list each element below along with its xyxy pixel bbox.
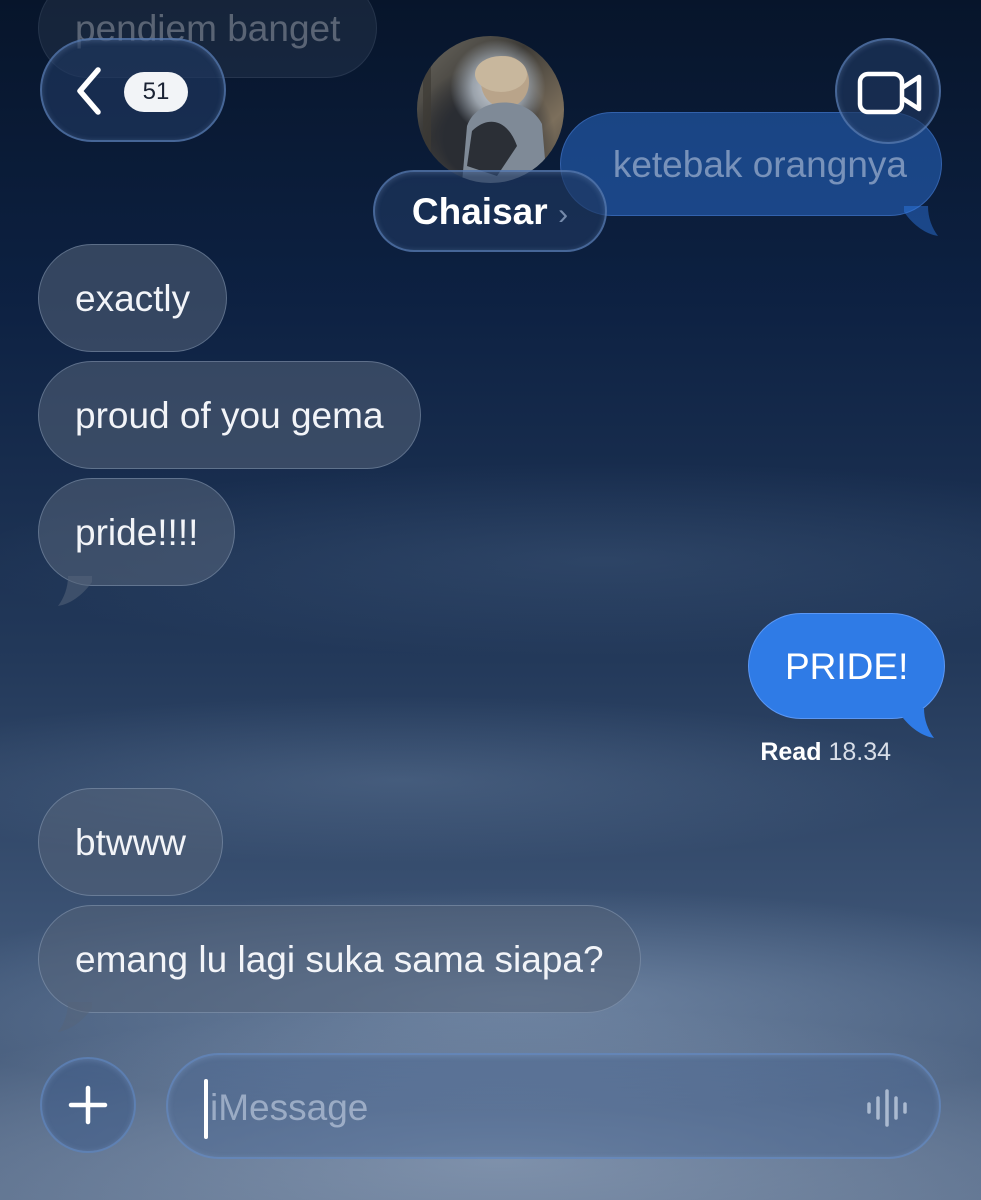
back-button[interactable]: 51 [40,38,226,142]
message-text: emang lu lagi suka sama siapa? [75,939,604,980]
contact-photo [423,36,547,183]
read-label: Read [760,738,822,766]
read-receipt: Read 18.34 [760,738,891,767]
unread-count-badge: 51 [124,72,188,112]
message-bubble-outgoing: PRIDE! [748,613,946,719]
video-call-button[interactable] [835,38,941,144]
contact-name: Chaisar [411,191,548,232]
add-attachment-button[interactable] [40,1057,136,1153]
bubble-tail [58,1002,92,1032]
message-text: btwww [75,822,187,863]
message-text: ketebak orangnya [612,144,907,185]
plus-icon [68,1085,108,1125]
message-input-placeholder: iMessage [210,1087,369,1128]
chevron-left-icon [77,67,101,115]
bubble-tail [900,708,934,738]
text-cursor [204,1079,208,1139]
message-text: exactly [75,278,191,319]
message-text: PRIDE! [785,646,909,687]
chevron-right-icon: › [558,198,569,231]
message-text: proud of you gema [75,395,384,436]
waveform-icon[interactable] [865,1088,913,1128]
message-bubble-incoming: emang lu lagi suka sama siapa? [38,905,641,1013]
bubble-tail [58,576,92,606]
unread-count: 51 [142,78,170,105]
bubble-tail [904,206,938,236]
message-bubble-incoming: pride!!!! [38,478,236,586]
read-time: 18.34 [828,738,891,766]
message-bubble-incoming: btwww [38,788,224,896]
message-text: pride!!!! [75,512,199,553]
contact-avatar[interactable] [417,36,564,183]
video-camera-icon [857,71,922,115]
message-bubble-incoming: proud of you gema [38,361,421,469]
message-input[interactable]: iMessage [166,1053,941,1159]
message-bubble-incoming: exactly [38,244,228,352]
contact-name-button[interactable]: Chaisar › [373,170,607,252]
